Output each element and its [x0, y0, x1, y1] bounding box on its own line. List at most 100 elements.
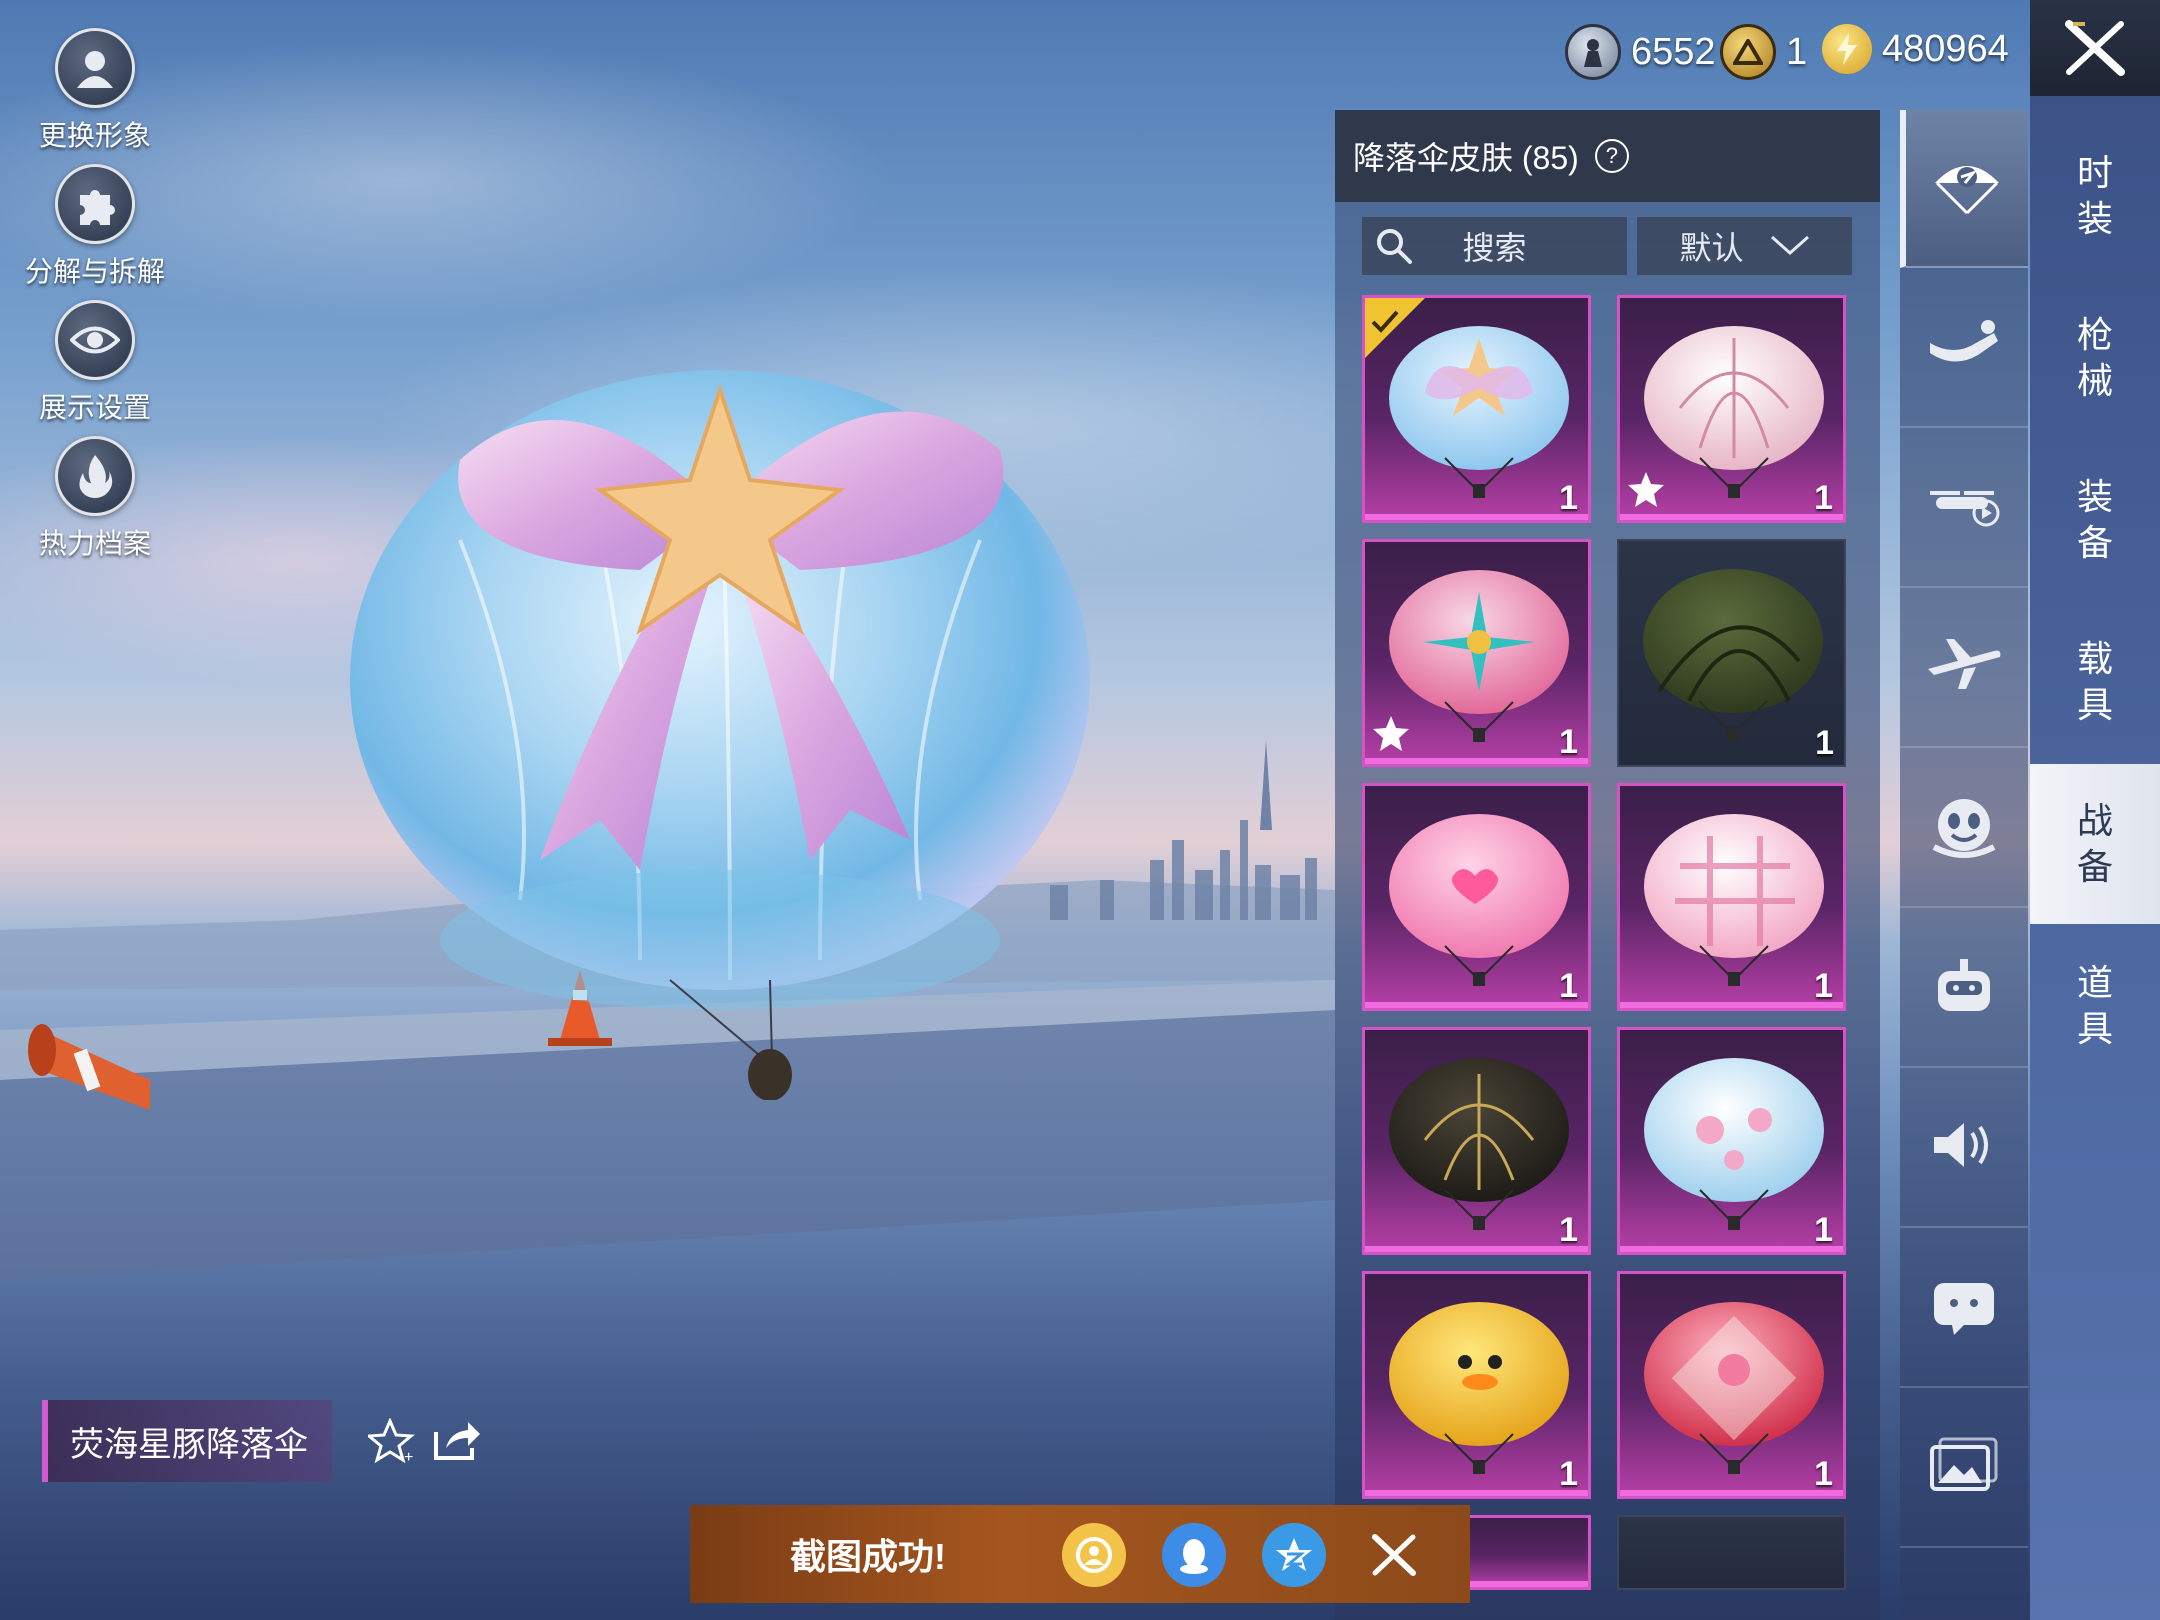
gold-badge-amount: 1 [1786, 30, 1808, 73]
gold-badge-currency[interactable]: 1 [1720, 24, 1807, 80]
display-settings-label: 展示设置 [38, 392, 151, 423]
skin-item[interactable]: 1 [1362, 539, 1591, 767]
parachute-thumbnail [1643, 569, 1823, 741]
svg-text:+: + [404, 1449, 413, 1464]
item-count: 1 [1559, 967, 1578, 1005]
heat-archive-button[interactable]: 热力档案 [20, 436, 170, 562]
decompose-button[interactable]: 分解与拆解 [20, 164, 170, 290]
heat-archive-label: 热力档案 [38, 528, 151, 559]
puzzle-icon [55, 164, 135, 244]
skin-item[interactable]: 1 [1617, 1271, 1846, 1499]
speaker-icon [1934, 1123, 1988, 1167]
qq-icon [1180, 1539, 1208, 1574]
qzone-icon [1276, 1538, 1312, 1571]
category-tab-label: 道具 [2076, 962, 2113, 1049]
skin-item[interactable]: 1 [1617, 1027, 1846, 1255]
skin-item[interactable]: 1 [1362, 783, 1591, 1011]
item-count: 1 [1559, 479, 1578, 517]
category-tab-label: 枪械 [2076, 314, 2113, 401]
parachute-thumbnail [1389, 1058, 1569, 1230]
skin-item[interactable]: 1 [1617, 295, 1846, 523]
search-label: 搜索 [1462, 230, 1527, 266]
skin-item[interactable] [1617, 1515, 1846, 1590]
chevron-down-icon [1770, 235, 1809, 256]
gold-badge-icon [1720, 24, 1776, 80]
gallery-icon [1930, 1437, 1998, 1491]
parachute-thumbnail [1389, 814, 1569, 986]
decompose-label: 分解与拆解 [24, 256, 165, 287]
category-tab[interactable]: 道具 [2030, 926, 2160, 1086]
robot-icon [1938, 959, 1990, 1011]
qzone-share-button[interactable] [1262, 1523, 1326, 1587]
side-tab-chat-bubble[interactable] [1900, 1230, 2028, 1388]
skin-item[interactable]: 1 [1362, 295, 1591, 523]
item-count: 1 [1559, 1455, 1578, 1493]
close-button[interactable] [2030, 0, 2160, 96]
skin-item[interactable]: 1 [1362, 1271, 1591, 1499]
flame-icon [55, 436, 135, 516]
silver-amount: 6552 [1631, 30, 1716, 73]
item-name-label: 荧海星豚降落伞 [42, 1400, 332, 1482]
side-tab-speaker[interactable] [1900, 1070, 2028, 1228]
side-tab-aircraft[interactable] [1900, 430, 2028, 588]
avatar-icon [55, 28, 135, 108]
parachute-thumbnail [1644, 814, 1824, 986]
parachute-icon [1935, 166, 1999, 215]
x-share-icon [1372, 1534, 1416, 1576]
skin-item[interactable]: 1 [1617, 783, 1846, 1011]
skin-item[interactable]: 1 [1617, 539, 1846, 767]
favorite-star-icon[interactable]: + [368, 1418, 416, 1464]
category-tab[interactable]: 战备 [2030, 764, 2160, 924]
category-tab[interactable]: 枪械 [2030, 278, 2160, 438]
side-tab-gallery[interactable] [1900, 1390, 2028, 1548]
item-count: 1 [1814, 479, 1833, 517]
panel-header: 降落伞皮肤 (85) ? [1335, 110, 1880, 202]
toast-text: 截图成功! [790, 1536, 946, 1577]
category-tab-label: 时装 [2076, 152, 2113, 239]
side-tab-robot[interactable] [1900, 910, 2028, 1068]
lightning-coin-icon [1822, 24, 1872, 74]
parachute-thumbnail [1644, 1058, 1824, 1230]
skin-item[interactable]: 1 [1362, 1027, 1591, 1255]
display-settings-button[interactable]: 展示设置 [20, 300, 170, 426]
item-count: 1 [1559, 1211, 1578, 1249]
item-count: 1 [1814, 1211, 1833, 1249]
parachute-thumbnail [1644, 1302, 1824, 1474]
sort-dropdown[interactable]: 默认 [1637, 217, 1852, 275]
parachute-thumbnail [1389, 1302, 1569, 1474]
change-avatar-label: 更换形象 [38, 120, 151, 151]
parachute-preview[interactable] [340, 340, 1100, 1100]
side-tab-face-emote[interactable] [1900, 750, 2028, 908]
silver-currency[interactable]: 6552 [1565, 24, 1716, 80]
chat-bubble-icon [1934, 1283, 1994, 1335]
favorite-star-icon [1373, 716, 1409, 751]
item-count: 1 [1559, 723, 1578, 761]
qq-share-button[interactable] [1162, 1523, 1226, 1587]
item-count: 1 [1814, 1455, 1833, 1493]
skydiver-icon [1930, 320, 1998, 362]
skin-panel: 降落伞皮肤 (85) ? 搜索 默认 1 1 1 1 1 1 1 1 1 1 [1335, 110, 1880, 1620]
search-input[interactable]: 搜索 [1362, 217, 1627, 275]
category-tab[interactable]: 装备 [2030, 440, 2160, 600]
aircraft-icon [1930, 491, 2000, 527]
silver-coin-icon [1565, 24, 1621, 80]
help-icon[interactable]: ? [1594, 139, 1629, 173]
category-tab-label: 载具 [2076, 638, 2113, 725]
side-tab-skydiver[interactable] [1900, 270, 2028, 428]
panel-title: 降落伞皮肤 (85) [1353, 140, 1579, 176]
game-share-button[interactable] [1062, 1523, 1126, 1587]
x-share-button[interactable] [1362, 1523, 1426, 1587]
share-icon[interactable] [432, 1418, 482, 1462]
screenshot-toast: 截图成功! [690, 1505, 1470, 1603]
favorite-star-icon [1628, 472, 1664, 507]
lightning-currency[interactable]: 480964 [1822, 24, 2009, 74]
side-tab-airplane[interactable] [1900, 590, 2028, 748]
category-tab[interactable]: 载具 [2030, 602, 2160, 762]
face-emote-icon [1932, 799, 1996, 858]
airplane-icon [1928, 639, 2001, 689]
category-tab[interactable]: 时装 [2030, 116, 2160, 276]
side-tab-parachute[interactable] [1900, 110, 2028, 268]
category-tab-label: 装备 [2076, 476, 2113, 563]
close-icon [2065, 20, 2125, 76]
change-avatar-button[interactable]: 更换形象 [20, 28, 170, 154]
